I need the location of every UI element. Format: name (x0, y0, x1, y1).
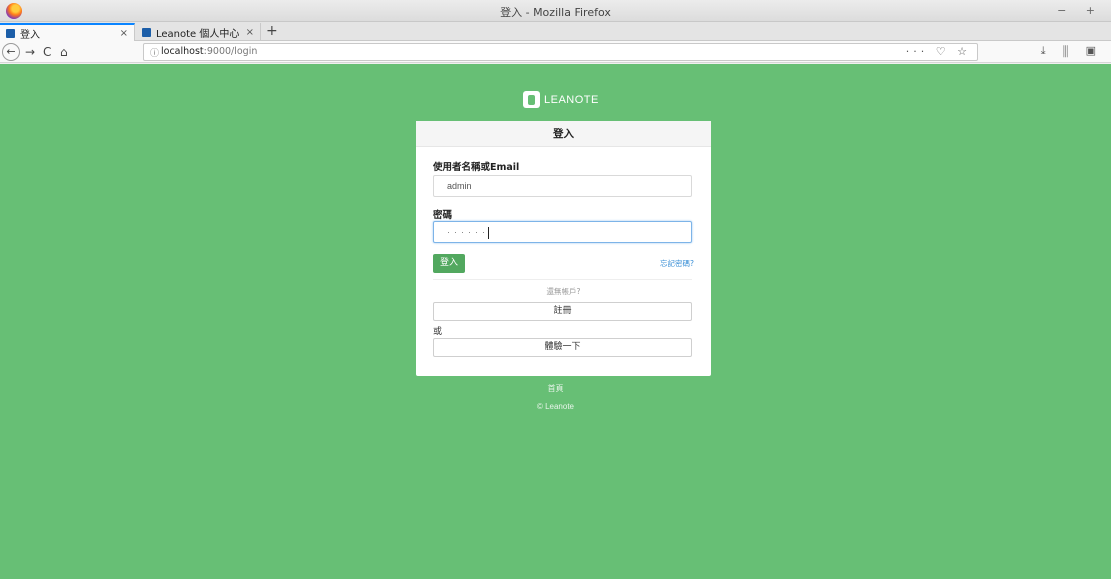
text-caret (487, 226, 489, 239)
login-button[interactable]: 登入 (433, 254, 465, 273)
tab-close-icon[interactable]: × (246, 27, 254, 38)
leanote-favicon-icon (6, 28, 15, 38)
tab-close-icon[interactable]: × (120, 28, 128, 39)
window-titlebar: 登入 - Mozilla Firefox − + (0, 0, 1111, 22)
tab-personal-center[interactable]: Leanote 個人中心 × (136, 23, 261, 41)
tab-strip: 登入 × Leanote 個人中心 × + (0, 22, 1111, 41)
forward-button[interactable]: → (25, 43, 35, 61)
new-tab-button[interactable]: + (266, 22, 278, 40)
password-mask: ······ (447, 227, 489, 237)
window-title: 登入 - Mozilla Firefox (500, 6, 611, 19)
or-text: 或 (433, 327, 443, 337)
copyright-text: © Leanote (536, 402, 575, 411)
back-button[interactable]: ← (2, 43, 20, 61)
password-input[interactable]: ······ (433, 221, 692, 243)
no-account-text: 還無帳戶? (546, 287, 581, 296)
tab-label: Leanote 個人中心 (156, 28, 240, 40)
username-input[interactable]: admin (433, 175, 692, 197)
toolbar-right-icons[interactable]: ⤓ ⫼ ▣ (1041, 44, 1103, 58)
brand-name: LEANOTE (544, 93, 599, 106)
username-value: admin (447, 181, 472, 191)
leanote-logo-icon (523, 91, 540, 108)
page-actions[interactable]: ··· ♡ ☆ (906, 45, 971, 58)
url-bar[interactable]: ⓘ localhost:9000/login ··· ♡ ☆ (143, 43, 978, 61)
divider (433, 279, 692, 280)
tab-label: 登入 (20, 29, 40, 41)
register-button[interactable]: 註冊 (433, 302, 692, 321)
leanote-favicon-icon (142, 27, 151, 37)
password-label: 密碼 (433, 210, 453, 221)
tab-login[interactable]: 登入 × (0, 23, 135, 41)
site-info-icon[interactable]: ⓘ (150, 46, 159, 59)
try-demo-button[interactable]: 體驗一下 (433, 338, 692, 357)
url-text[interactable]: localhost:9000/login (161, 46, 257, 57)
navigation-toolbar: ← → C ⌂ ⓘ localhost:9000/login ··· ♡ ☆ ⤓… (0, 41, 1111, 63)
home-link[interactable]: 首頁 (0, 383, 1111, 394)
reload-button[interactable]: C (43, 43, 51, 61)
url-host: localhost (161, 46, 204, 57)
login-heading: 登入 (416, 121, 711, 147)
home-button[interactable]: ⌂ (60, 43, 68, 61)
brand-logo[interactable]: LEANOTE (523, 91, 599, 108)
url-path: :9000/login (203, 46, 258, 57)
login-card: 登入 使用者名稱或Email admin 密碼 ······ 登入 忘記密碼? … (416, 121, 711, 376)
username-label: 使用者名稱或Email (433, 162, 520, 173)
page-content: LEANOTE 登入 使用者名稱或Email admin 密碼 ······ 登… (0, 64, 1111, 579)
window-controls[interactable]: − + (1057, 4, 1103, 17)
forgot-password-link[interactable]: 忘記密碼? (660, 258, 694, 269)
